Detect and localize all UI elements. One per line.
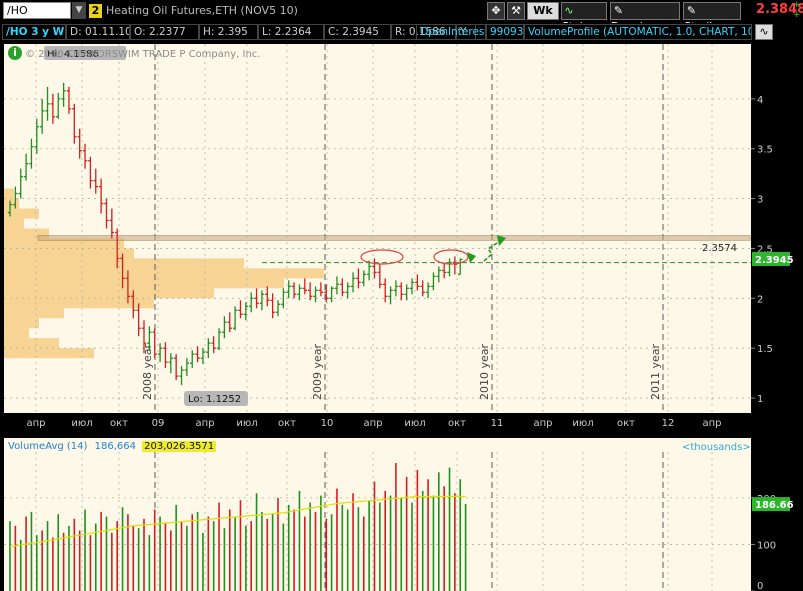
y-tick-label: 1.5 bbox=[757, 344, 773, 355]
year-label: 2008 year bbox=[141, 343, 154, 400]
link-group-badge[interactable]: 2 bbox=[89, 4, 102, 18]
chart-settings-icon[interactable]: ∿ bbox=[755, 24, 773, 40]
y-tick-label: 3.5 bbox=[757, 145, 773, 156]
price-panel: 2008 year 2009 year 2010 year 2011 year Hi:… bbox=[0, 42, 803, 434]
bar-date: D: 01.11.10 bbox=[66, 24, 130, 40]
volume-study-name[interactable]: VolumeAvg (14) bbox=[8, 441, 87, 452]
volume-value: 186,664 bbox=[94, 441, 136, 452]
symbol-input[interactable]: /HO bbox=[3, 2, 71, 19]
x-tick-label: апр bbox=[533, 418, 552, 429]
y-tick-label: 3 bbox=[757, 195, 763, 206]
wrench-icon[interactable]: ⚒ bbox=[507, 2, 525, 20]
volume-profile-bar bbox=[4, 348, 94, 359]
x-tick-label: июл bbox=[404, 418, 425, 429]
year-label: 2011 year bbox=[649, 343, 662, 400]
volume-profile-bar bbox=[4, 248, 134, 259]
volume-profile-bar bbox=[4, 288, 214, 299]
volume-units-label: <thousands> bbox=[682, 442, 751, 453]
volume-profile-bar bbox=[4, 198, 19, 209]
style-button[interactable]: ∿Style bbox=[561, 2, 607, 33]
bar-high: H: 2.395 bbox=[199, 24, 258, 40]
level-value-label: 2.3574 bbox=[702, 243, 737, 254]
volume-profile-bar bbox=[4, 318, 39, 329]
x-tick-label: апр bbox=[702, 418, 721, 429]
x-tick-label: окт bbox=[617, 418, 635, 429]
volume-profile-bar bbox=[4, 278, 284, 289]
volume-profile-bar bbox=[4, 298, 154, 309]
bar-open: O: 2.2377 bbox=[130, 24, 199, 40]
drawings-button[interactable]: ✎Drawings bbox=[610, 2, 680, 33]
volume-y-tick-label: 100 bbox=[757, 540, 776, 551]
copyright-text: © 2010 THINKORSWIM TRADE P Company, Inc. bbox=[25, 49, 261, 60]
style-chart-icon: ∿ bbox=[564, 4, 574, 17]
bar-low: L: 2.2364 bbox=[258, 24, 324, 40]
y-tick-label: 4 bbox=[757, 95, 763, 106]
x-tick-label: окт bbox=[448, 418, 466, 429]
y-tick-label: 2 bbox=[757, 294, 763, 305]
volume-profile-bar bbox=[4, 308, 64, 319]
x-tick-label: окт bbox=[110, 418, 128, 429]
x-tick-label: окт bbox=[278, 418, 296, 429]
year-label: 2009 year bbox=[311, 343, 324, 400]
volume-avg-value: 203,026.3571 bbox=[142, 441, 217, 452]
volume-profile-label[interactable]: VolumeProfile (AUTOMATIC, 1.0, CHART, 10… bbox=[524, 24, 752, 40]
chart-title[interactable]: /HO 3 y W bbox=[2, 24, 66, 40]
volume-plot-area bbox=[4, 438, 751, 591]
volume-legend: VolumeAvg (14) 186,664 203,026.3571 bbox=[8, 441, 217, 452]
volume-last-tag-label: 186.66 bbox=[755, 500, 794, 511]
volume-chart[interactable]: 2001000186.66 bbox=[0, 438, 803, 591]
x-tick-label: 10 bbox=[321, 418, 334, 429]
x-tick-label: июл bbox=[71, 418, 92, 429]
price-plot-area bbox=[4, 44, 751, 413]
x-tick-label: 11 bbox=[491, 418, 504, 429]
timeframe-button[interactable]: Wk bbox=[527, 2, 559, 20]
price-chart[interactable]: 2008 year 2009 year 2010 year 2011 year Hi:… bbox=[0, 42, 803, 434]
pencil-icon: ✎ bbox=[613, 4, 624, 17]
bar-close: C: 2.3945 bbox=[324, 24, 391, 40]
symbol-description: Heating Oil Futures,ETH (NOV5 10) bbox=[106, 4, 298, 17]
volume-profile-bar bbox=[4, 268, 324, 279]
info-icon[interactable]: i bbox=[8, 46, 22, 60]
low-label: Lo: 1.1252 bbox=[188, 394, 241, 405]
y-tick-label: 1 bbox=[757, 394, 763, 405]
volume-profile-bar bbox=[4, 218, 24, 229]
studies-button[interactable]: ✎Studies bbox=[683, 2, 741, 33]
last-price-tag-label: 2.3945 bbox=[755, 255, 794, 266]
percent-change: + bbox=[793, 10, 801, 20]
volume-axis-bg bbox=[751, 438, 803, 591]
net-change: + bbox=[793, 0, 801, 10]
x-tick-label: 09 bbox=[152, 418, 165, 429]
volume-profile-bar bbox=[4, 328, 29, 339]
volume-panel: 2001000186.66 VolumeAvg (14) 186,664 203… bbox=[0, 438, 803, 591]
chart-header-row: /HO 3 y W D: 01.11.10 O: 2.2377 H: 2.395… bbox=[0, 23, 803, 41]
crosshair-icon[interactable]: ✥ bbox=[487, 2, 505, 20]
open-interest-label[interactable]: OpenInterest bbox=[416, 24, 486, 40]
top-toolbar: /HO ▼ 2 Heating Oil Futures,ETH (NOV5 10… bbox=[0, 0, 803, 33]
volume-profile-bar bbox=[4, 258, 244, 269]
volume-profile-bar bbox=[4, 338, 59, 349]
volume-profile-bar bbox=[4, 208, 39, 219]
x-tick-label: июл bbox=[236, 418, 257, 429]
x-tick-label: 12 bbox=[662, 418, 675, 429]
x-tick-label: апр bbox=[26, 418, 45, 429]
x-tick-label: апр bbox=[363, 418, 382, 429]
volume-y-tick-label: 0 bbox=[757, 581, 763, 591]
volume-profile-bar bbox=[4, 188, 14, 199]
symbol-dropdown-icon[interactable]: ▼ bbox=[72, 2, 86, 19]
x-tick-label: апр bbox=[195, 418, 214, 429]
studies-icon: ✎ bbox=[686, 4, 697, 17]
year-label: 2010 year bbox=[478, 343, 491, 400]
resistance-zone bbox=[37, 235, 752, 241]
x-tick-label: июл bbox=[572, 418, 593, 429]
open-interest-value: 99093 bbox=[486, 24, 524, 40]
